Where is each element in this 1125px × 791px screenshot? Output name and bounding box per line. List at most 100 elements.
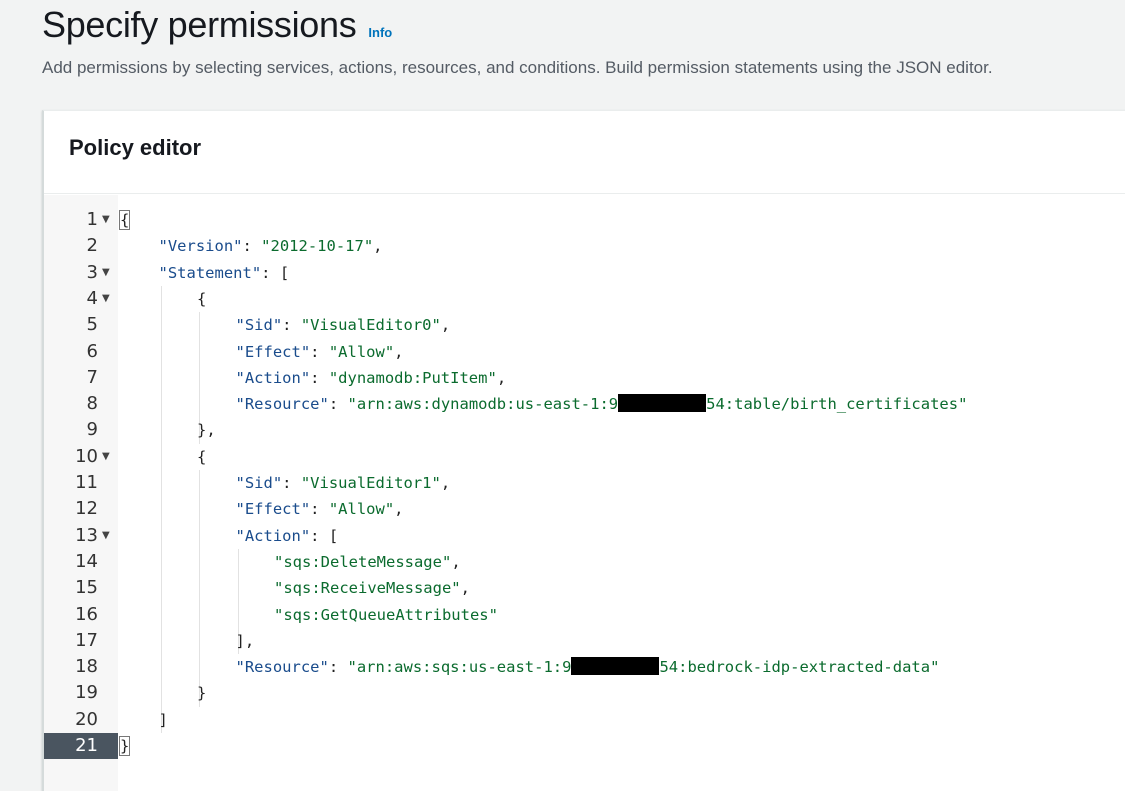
- json-punctuation: :: [310, 342, 329, 361]
- code-line[interactable]: 10 ▼ {: [44, 444, 1125, 470]
- json-punctuation: ,: [440, 474, 451, 492]
- json-string: "Allow": [328, 500, 395, 519]
- code-line[interactable]: 2 "Version": "2012-10-17",: [44, 233, 1125, 259]
- json-punctuation: ],: [235, 631, 255, 650]
- json-punctuation: : [: [261, 263, 290, 282]
- json-key: "Statement": [158, 263, 262, 282]
- fold-toggle-icon[interactable]: ▼: [102, 260, 110, 286]
- json-string: "arn:aws:dynamodb:us-east-1:9: [347, 395, 619, 414]
- code-text: {: [119, 207, 131, 233]
- code-text: }: [197, 680, 206, 706]
- code-line[interactable]: 21}: [44, 733, 1125, 760]
- line-number: 17: [75, 629, 98, 651]
- line-number: 1: [86, 209, 98, 230]
- fold-toggle-icon[interactable]: ▼: [102, 286, 110, 312]
- code-text: "Effect": "Allow",: [236, 496, 404, 522]
- title-row: Specify permissions Info: [42, 0, 392, 50]
- json-key: "Effect": [235, 342, 311, 361]
- json-string: "2012-10-17": [261, 237, 374, 256]
- code-line[interactable]: 19}: [44, 680, 1125, 706]
- json-string: "Allow": [328, 342, 395, 361]
- code-line[interactable]: 6 "Effect": "Allow",: [44, 339, 1125, 365]
- code-text: "Resource": "arn:aws:sqs:us-east-1:9 54:b…: [235, 654, 940, 680]
- json-string: "sqs:GetQueueAttributes": [274, 605, 498, 624]
- json-key: "Action": [235, 368, 311, 387]
- json-punctuation: {: [197, 289, 207, 308]
- json-punctuation: ,: [496, 368, 507, 387]
- fold-toggle-icon[interactable]: ▼: [102, 444, 110, 470]
- line-number: 9: [86, 419, 98, 441]
- json-punctuation: :: [242, 237, 262, 256]
- code-line[interactable]: 16 "sqs:GetQueueAttributes": [44, 602, 1125, 628]
- code-line[interactable]: 17],: [44, 628, 1125, 654]
- code-line[interactable]: 13 ▼ "Action": [: [44, 523, 1125, 549]
- json-key: "Resource": [235, 395, 329, 414]
- page-title: Specify permissions: [42, 4, 357, 45]
- panel-header: Policy editor: [44, 111, 1125, 194]
- json-punctuation: :: [310, 368, 329, 387]
- code-text: "Version": "2012-10-17",: [159, 233, 383, 259]
- code-line[interactable]: 5 "Sid": "VisualEditor0",: [44, 312, 1125, 338]
- line-number: 3: [86, 261, 98, 283]
- line-number: 20: [75, 708, 98, 730]
- json-string: "dynamodb:PutItem": [328, 368, 497, 387]
- json-string: 54:bedrock-idp-extracted-data": [659, 658, 940, 677]
- line-number: 12: [75, 498, 98, 520]
- json-string: 54:table/birth_certificates": [706, 395, 968, 414]
- code-line[interactable]: 1 ▼ {: [44, 207, 1125, 233]
- code-line[interactable]: 7 "Action": "dynamodb:PutItem",: [44, 365, 1125, 391]
- json-punctuation: },: [197, 421, 216, 440]
- code-line[interactable]: 8 "Resource": "arn:aws:dynamodb:us-east-1…: [44, 391, 1125, 417]
- line-number: 18: [75, 656, 98, 678]
- json-punctuation: }: [197, 684, 207, 703]
- json-key: "Sid": [235, 474, 283, 492]
- json-punctuation: ,: [451, 552, 461, 571]
- line-number: 2: [86, 235, 98, 257]
- json-punctuation: :: [282, 316, 301, 335]
- code-text: "Statement": [: [159, 260, 290, 286]
- code-text: "Action": "dynamodb:PutItem",: [236, 365, 507, 391]
- code-text: "sqs:DeleteMessage",: [274, 549, 461, 575]
- json-punctuation: :: [282, 474, 301, 492]
- page-header: Specify permissions Info: [42, 0, 392, 50]
- line-number: 8: [86, 393, 98, 415]
- code-text: ]: [159, 707, 168, 733]
- code-text: "Resource": "arn:aws:dynamodb:us-east-1:…: [235, 391, 968, 417]
- json-punctuation: :: [328, 395, 348, 414]
- code-line[interactable]: 9},: [44, 417, 1125, 443]
- json-punctuation: : [: [310, 526, 339, 545]
- json-punctuation: ,: [394, 500, 404, 519]
- line-number: 15: [75, 577, 98, 599]
- json-code-editor[interactable]: 1 ▼{2 "Version": "2012-10-17", 3 ▼ "Statement…: [44, 195, 1125, 791]
- code-line[interactable]: 4 ▼ {: [44, 286, 1125, 312]
- redacted-account-id: [571, 657, 660, 676]
- json-key: "Sid": [235, 316, 283, 335]
- code-line[interactable]: 18 "Resource": "arn:aws:sqs:us-east-1:9 54…: [44, 654, 1125, 680]
- code-text: "Action": [: [236, 523, 339, 549]
- line-number: 5: [86, 314, 98, 336]
- fold-toggle-icon[interactable]: ▼: [102, 207, 110, 233]
- json-punctuation: }: [119, 736, 131, 756]
- json-key: "Action": [235, 526, 311, 545]
- panel-title: Policy editor: [69, 135, 202, 160]
- line-number: 4: [86, 287, 98, 309]
- line-number: 21: [75, 735, 98, 756]
- json-string: "VisualEditor0": [300, 316, 441, 335]
- code-line[interactable]: 14 "sqs:DeleteMessage",: [44, 549, 1125, 575]
- code-line[interactable]: 12 "Effect": "Allow",: [44, 496, 1125, 522]
- fold-toggle-icon[interactable]: ▼: [102, 523, 110, 549]
- code-line[interactable]: 3 ▼ "Statement": [: [44, 260, 1125, 286]
- policy-editor-panel: Policy editor 1 ▼{2 "Version": "2012-10-17…: [42, 110, 1125, 791]
- json-key: "Resource": [235, 658, 329, 677]
- code-line[interactable]: 20]: [44, 707, 1125, 733]
- code-line[interactable]: 11 "Sid": "VisualEditor1",: [44, 470, 1125, 496]
- json-punctuation: ,: [394, 342, 404, 361]
- code-text: }: [119, 733, 131, 759]
- code-text: {: [197, 444, 206, 470]
- json-string: "VisualEditor1": [300, 474, 441, 492]
- json-punctuation: ,: [373, 237, 383, 256]
- json-punctuation: {: [197, 447, 207, 466]
- code-line[interactable]: 15 "sqs:ReceiveMessage",: [44, 575, 1125, 601]
- info-link[interactable]: Info: [368, 25, 392, 40]
- code-text: ],: [236, 628, 255, 654]
